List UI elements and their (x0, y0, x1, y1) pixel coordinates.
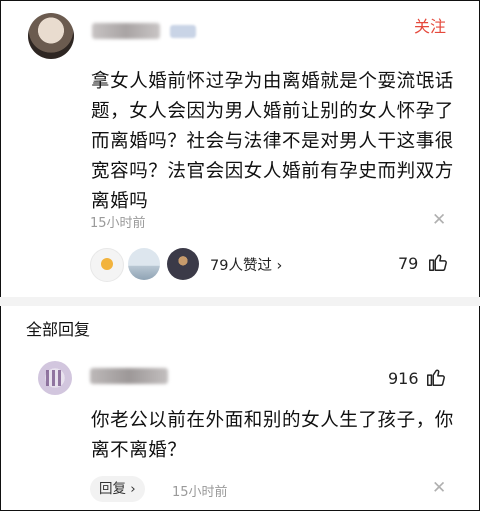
follow-button[interactable]: 关注 (414, 13, 446, 37)
likers-summary[interactable]: 79人赞过 › (210, 254, 282, 275)
thumbs-up-icon[interactable] (427, 251, 449, 273)
reply-button[interactable]: 回复 › (90, 476, 145, 502)
close-icon[interactable]: ✕ (432, 478, 446, 498)
reply-like-count: 916 (388, 369, 419, 388)
user-badge-blurred (170, 25, 196, 38)
avatar[interactable] (28, 13, 74, 59)
all-replies-heading: 全部回复 (26, 320, 91, 339)
username-blurred[interactable] (90, 368, 168, 384)
avatar[interactable] (38, 361, 72, 395)
close-icon[interactable]: ✕ (432, 210, 446, 230)
liker-avatar[interactable] (90, 248, 124, 282)
liker-avatar[interactable] (167, 248, 199, 280)
thumbs-up-icon[interactable] (425, 366, 447, 388)
post-timestamp: 15小时前 (90, 216, 146, 231)
liker-avatar[interactable] (128, 248, 160, 280)
section-divider (0, 297, 480, 306)
reply-timestamp: 15小时前 (172, 485, 228, 500)
reply-text: 你老公以前在外面和别的女人生了孩子，你离不离婚？ (91, 410, 454, 461)
post-text: 拿女人婚前怀过孕为由离婚就是个耍流氓话题，女人会因为男人婚前让别的女人怀孕了而离… (91, 71, 454, 212)
like-count: 79 (398, 254, 419, 273)
username-blurred[interactable] (92, 23, 160, 39)
likers-row[interactable]: 79人赞过 › 79 (90, 248, 460, 282)
